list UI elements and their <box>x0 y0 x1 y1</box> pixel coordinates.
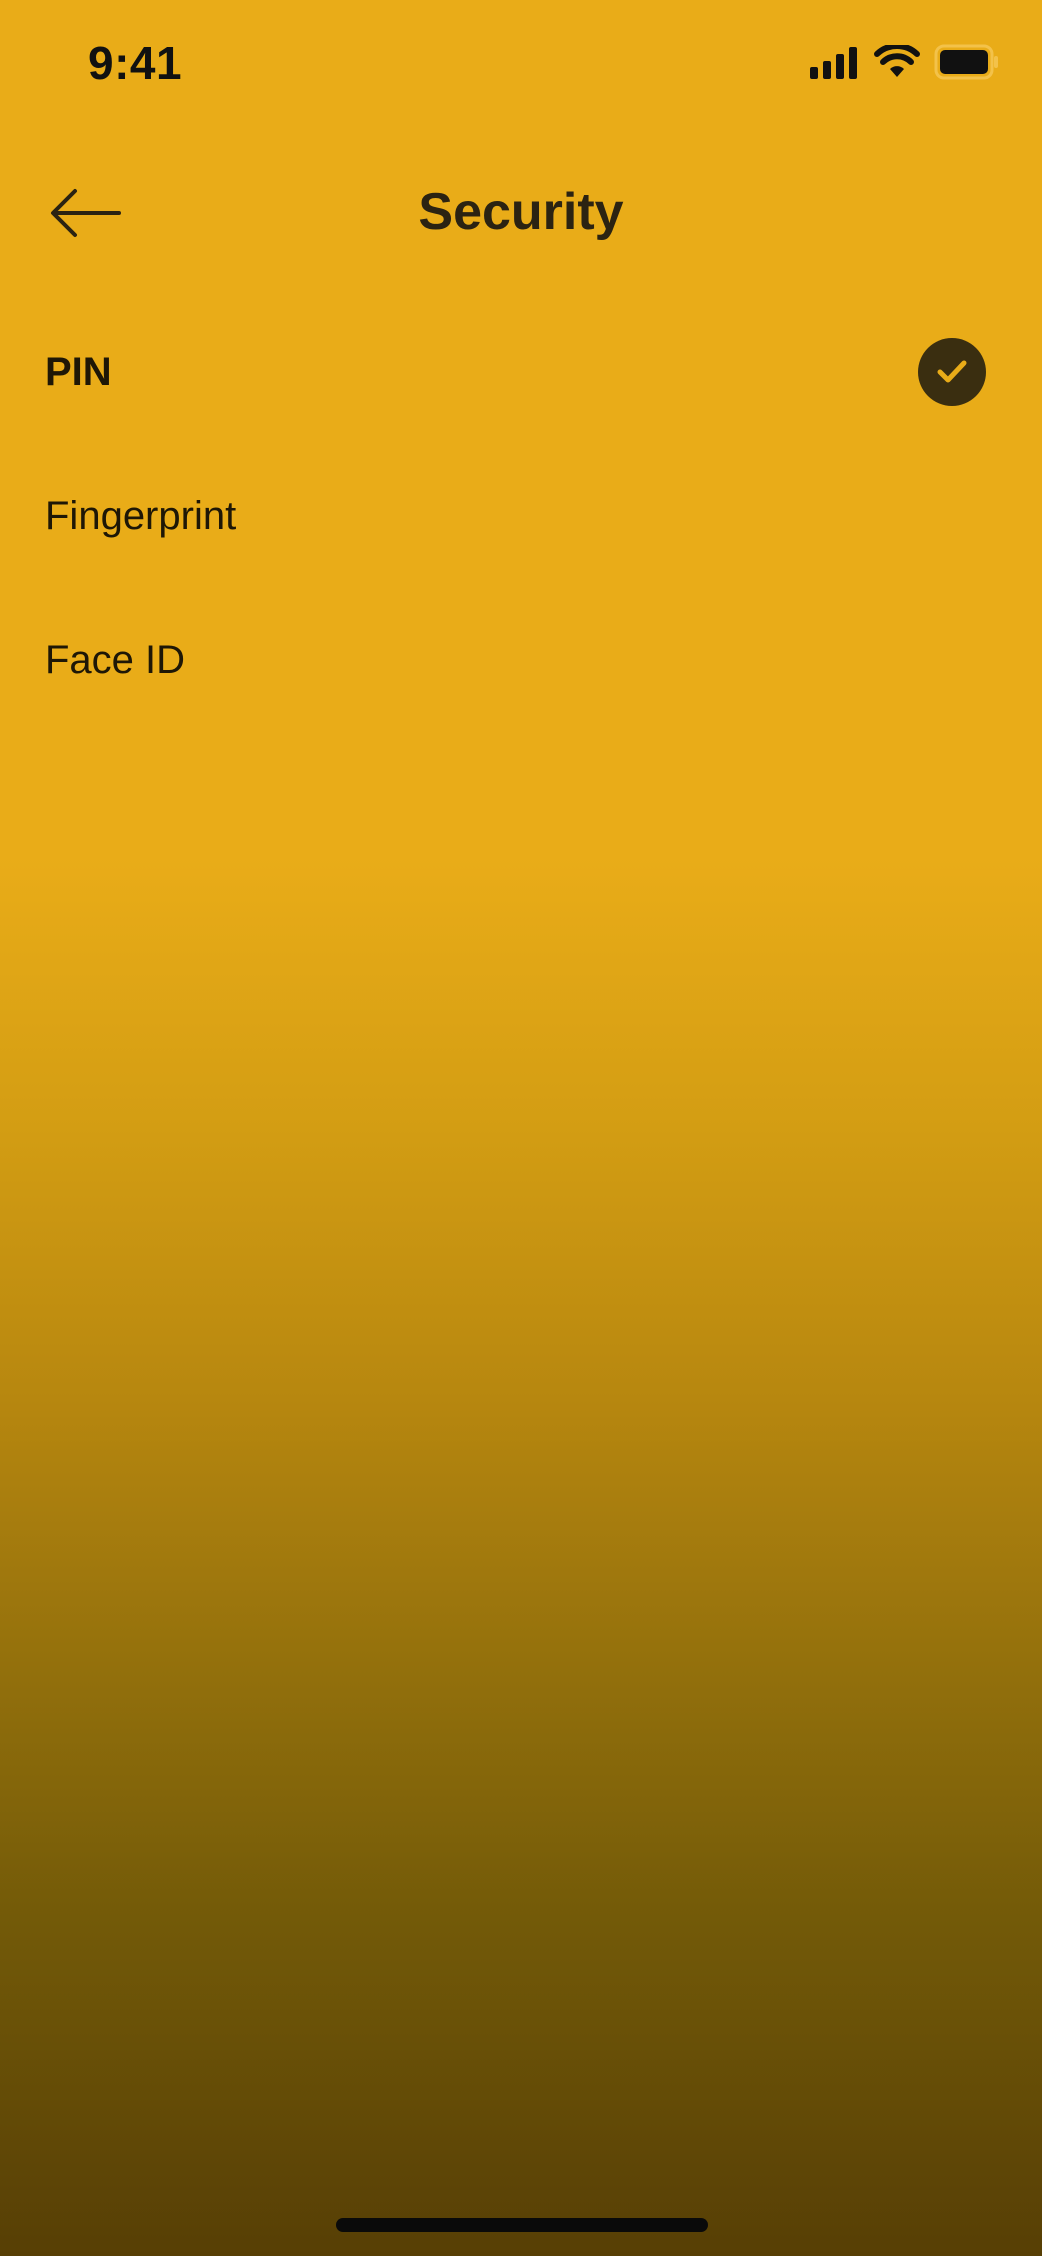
status-icons <box>810 42 1000 82</box>
option-label: PIN <box>45 349 112 394</box>
option-pin[interactable]: PIN <box>0 300 1042 444</box>
check-icon <box>937 360 967 383</box>
home-indicator[interactable] <box>336 2218 708 2232</box>
header: Security <box>0 160 1042 270</box>
signal-icon <box>810 47 857 79</box>
security-screen: 9:41 Security PIN Fingerprint Face ID <box>0 0 1042 2256</box>
option-label: Fingerprint <box>45 493 237 538</box>
status-bar: 9:41 <box>0 0 1042 130</box>
wifi-icon <box>874 45 920 77</box>
option-face-id[interactable]: Face ID <box>0 588 1042 732</box>
security-options-list: PIN Fingerprint Face ID <box>0 300 1042 732</box>
option-label: Face ID <box>45 637 186 682</box>
selected-check-icon <box>918 338 986 406</box>
status-time: 9:41 <box>88 37 183 89</box>
option-fingerprint[interactable]: Fingerprint <box>0 444 1042 588</box>
page-title: Security <box>418 183 624 241</box>
battery-icon <box>934 44 998 80</box>
